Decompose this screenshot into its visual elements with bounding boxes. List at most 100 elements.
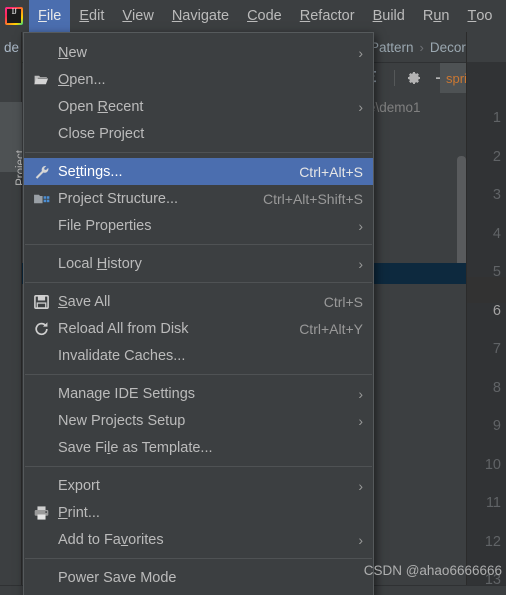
menu-item-label: Open... [58,71,106,88]
menu-item-settings[interactable]: Settings... Ctrl+Alt+S [24,158,373,185]
menu-item-label: File Properties [58,217,152,234]
refresh-icon [35,321,48,335]
editor-current-line-highlight [467,277,506,303]
menubar-item-build[interactable]: Build [364,0,414,32]
menu-item-label: Settings... [58,163,123,180]
gutter-line-number: 12 [484,533,501,550]
menu-item-label: New [58,44,88,61]
menu-item-save-all[interactable]: Save All Ctrl+S [24,288,373,315]
wrench-icon [35,165,49,179]
menu-item-reload-all-from-disk[interactable]: Reload All from Disk Ctrl+Alt+Y [24,315,373,342]
menu-item-label: Add to Favorites [58,531,164,548]
menu-item-label: Power Save Mode [58,569,177,586]
menu-item-shortcut: Ctrl+Alt+Y [299,320,363,337]
menubar-item-edit[interactable]: Edit [70,0,113,32]
printer-icon [34,505,49,520]
menu-item-open-recent[interactable]: Open Recent › [24,93,373,120]
project-structure-icon [34,194,50,203]
chevron-right-icon: › [358,385,363,402]
menu-item-file-properties[interactable]: File Properties › [24,212,373,239]
editor-tab-row [467,32,506,62]
chevron-right-icon: › [358,98,363,115]
tree-partial-label: de [4,40,20,55]
tree-root-path[interactable]: e\demo1 [368,97,466,118]
menubar-item-code[interactable]: Code [238,0,291,32]
gear-icon[interactable] [406,70,422,86]
menubar-item-file[interactable]: File [29,0,71,32]
menu-item-label: Close Project [58,125,145,142]
menu-item-label: Open Recent [58,98,144,115]
menu-item-label: New Projects Setup [58,412,186,429]
menu-item-add-to-favorites[interactable]: Add to Favorites › [24,526,373,553]
menu-item-shortcut: Ctrl+Alt+S [299,163,363,180]
gutter-line-number: 4 [492,225,501,242]
menu-item-new[interactable]: New › [24,39,373,66]
gutter-line-number: 8 [492,379,501,396]
sidebar-item-project[interactable]: Project [0,102,27,186]
chevron-right-icon: › [358,477,363,494]
chevron-right-icon: › [358,44,363,61]
gutter-line-number: 11 [485,495,501,511]
chevron-right-icon: › [358,255,363,272]
intellij-idea-window: Project Pattern › Decorato [0,0,506,595]
menubar-item-too[interactable]: Too [458,0,501,32]
menu-item-project-structure[interactable]: Project Structure... Ctrl+Alt+Shift+S [24,185,373,212]
intellij-logo-icon: IJ [3,5,25,27]
menu-item-close-project[interactable]: Close Project [24,120,373,147]
gutter-line-number: 1 [492,110,501,126]
menubar-item-view[interactable]: View [113,0,162,32]
menubar-item-run[interactable]: Run [414,0,459,32]
menu-item-print[interactable]: Print... [24,499,373,526]
tree-root-path-label: e\demo1 [368,100,421,115]
menu-item-label: Reload All from Disk [58,320,189,337]
menu-separator [25,244,372,245]
menu-item-label: Local History [58,255,142,272]
menu-separator [25,558,372,559]
menu-item-power-save-mode[interactable]: Power Save Mode [24,564,373,591]
menu-item-label: Print... [58,504,100,521]
menu-item-new-projects-setup[interactable]: New Projects Setup › [24,407,373,434]
chevron-right-icon: › [358,412,363,429]
menu-item-local-history[interactable]: Local History › [24,250,373,277]
menu-item-label: Project Structure... [58,190,179,207]
menubar-item-refactor[interactable]: Refactor [291,0,364,32]
menu-item-open[interactable]: Open... [24,66,373,93]
menu-item-save-file-as-template[interactable]: Save File as Template... [24,434,373,461]
menubar-item-navigate[interactable]: Navigate [163,0,238,32]
menu-item-label: Save All [58,293,111,310]
folder-open-icon [34,75,49,84]
editor-area: 1234567891011121314 [466,32,506,595]
menu-item-export[interactable]: Export › [24,472,373,499]
breadcrumb-crumb-1[interactable]: Pattern [370,40,414,55]
breadcrumb-crumb-2[interactable]: Decorato [430,40,466,55]
toolbar-divider [394,70,395,86]
menu-item-shortcut: Ctrl+Alt+Shift+S [263,190,363,207]
breadcrumb-separator-icon: › [419,39,424,55]
file-menu-popup: New › Open... Open Recent › Close Project Sett… [23,32,374,595]
tree-scrollbar[interactable] [457,156,466,276]
gutter-line-number: 6 [492,302,501,319]
logo-text: IJ [11,7,17,16]
gutter-line-number: 3 [492,187,501,203]
save-icon [34,294,49,309]
menu-item-shortcut: Ctrl+S [323,293,363,310]
menu-separator [25,282,372,283]
gutter-line-number: 9 [492,418,501,434]
gutter-line-number: 2 [492,148,501,165]
gutter-line-number: 7 [492,341,501,357]
menu-item-manage-ide-settings[interactable]: Manage IDE Settings › [24,380,373,407]
menu-item-label: Manage IDE Settings [58,385,196,402]
menu-item-label: Invalidate Caches... [58,347,186,364]
menu-item-label: Export [58,477,100,494]
menu-separator [25,466,372,467]
gutter-line-number: 5 [492,264,501,280]
left-tool-window-strip: Project [0,32,27,595]
menu-item-invalidate-caches[interactable]: Invalidate Caches... [24,342,373,369]
menu-item-label: Save File as Template... [58,439,213,456]
menu-separator [25,374,372,375]
gutter-line-number: 10 [484,456,501,473]
menu-separator [25,152,372,153]
watermark: CSDN @ahao6666666 [363,563,502,578]
chevron-right-icon: › [358,217,363,234]
chevron-right-icon: › [358,531,363,548]
